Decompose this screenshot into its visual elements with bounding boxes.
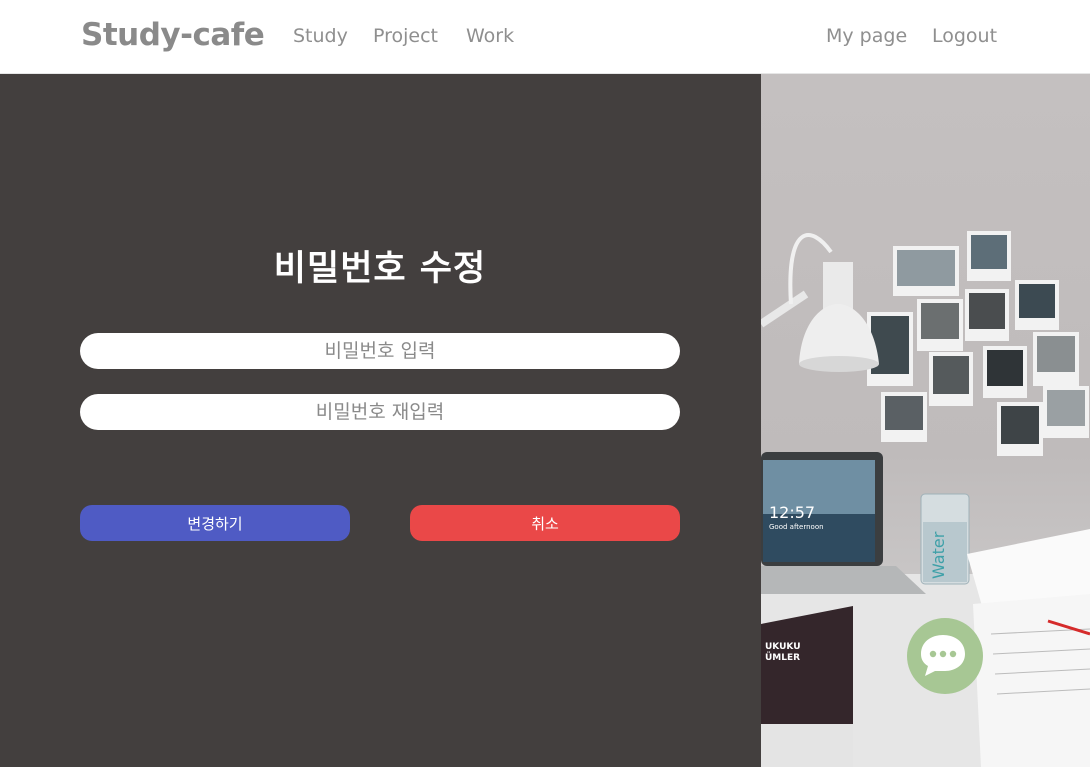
nav-link-logout[interactable]: Logout (932, 25, 997, 47)
book-title-line-2: ÜMLER (765, 652, 800, 663)
nav-link-my-page[interactable]: My page (826, 25, 907, 47)
notebook (967, 529, 1090, 767)
cancel-button[interactable]: 취소 (410, 505, 680, 541)
chat-button[interactable] (907, 618, 983, 694)
laptop: 12:57 Good afternoon (761, 452, 926, 594)
book-title-line-1: UKUKU (765, 642, 801, 652)
laptop-clock: 12:57 (769, 503, 815, 522)
wall-polaroids (867, 231, 1089, 456)
top-navbar: Study-cafe Study Project Work My page Lo… (0, 0, 1090, 74)
brand-logo[interactable]: Study-cafe (81, 17, 265, 53)
book: UKUKU ÜMLER (761, 606, 853, 767)
nav-link-study[interactable]: Study (293, 25, 348, 47)
glass-label: Water (929, 531, 948, 579)
desk-lamp (761, 233, 879, 372)
change-password-button[interactable]: 변경하기 (80, 505, 350, 541)
password-form-panel: 비밀번호 수정 변경하기 취소 (0, 74, 761, 767)
nav-link-work[interactable]: Work (466, 25, 514, 47)
password-input[interactable] (80, 333, 680, 369)
laptop-subtitle: Good afternoon (769, 523, 824, 531)
page-title: 비밀번호 수정 (273, 249, 487, 289)
password-confirm-input[interactable] (80, 394, 680, 430)
chat-bubble-icon (921, 635, 965, 676)
water-glass: Water (920, 493, 970, 585)
nav-link-project[interactable]: Project (373, 25, 438, 47)
